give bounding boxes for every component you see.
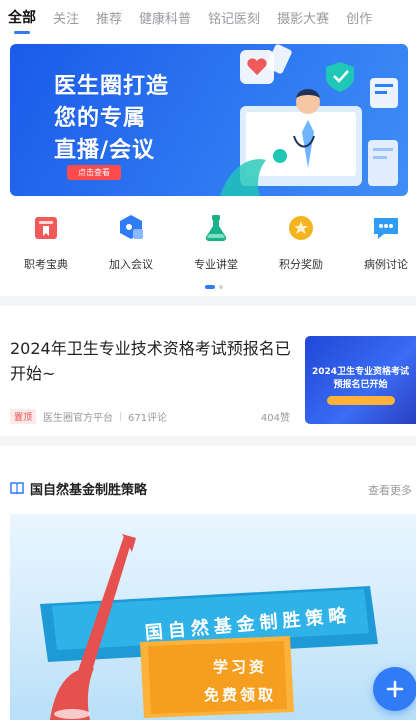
section-header: 国自然基金制胜策略 [10, 480, 148, 498]
page-dot [219, 285, 223, 289]
flask-icon [205, 215, 227, 242]
quick-link-lecture[interactable]: 专业讲堂 [181, 212, 251, 272]
section-promo-image[interactable]: 国自然基金制胜策略 学习资 免费领取 [10, 514, 416, 720]
tab-follow[interactable]: 关注 [53, 8, 79, 27]
article-comments: 671评论 [128, 412, 168, 424]
article-meta: 置顶 医生圈官方平台 671评论 404赞 [10, 408, 290, 424]
pinned-badge: 置顶 [10, 408, 37, 424]
tab-health-science[interactable]: 健康科普 [139, 8, 191, 27]
hexagon-icon [120, 215, 143, 239]
thumbnail-line-1: 2024卫生专业资格考试 [311, 367, 410, 377]
create-post-button[interactable] [373, 667, 416, 711]
quick-link-label: 专业讲堂 [194, 258, 238, 271]
tab-creation[interactable]: 创作 [346, 8, 372, 27]
book-icon [35, 217, 57, 239]
banner-line-1: 医生圈打造 [54, 74, 170, 99]
article-likes: 404赞 [260, 412, 290, 424]
quick-link-points[interactable]: 积分奖励 [266, 212, 336, 272]
quick-links: 职考宝典 加入会议 专业讲堂 积分奖励 病例讨论 [0, 212, 416, 278]
quick-link-label: 加入会议 [109, 258, 153, 271]
quick-link-join-meeting[interactable]: 加入会议 [96, 212, 166, 272]
chat-icon [374, 218, 398, 239]
section-title: 国自然基金制胜策略 [30, 482, 148, 498]
article-card[interactable]: 2024年卫生专业技术资格考试预报名已开始~ 置顶 医生圈官方平台 671评论 … [0, 306, 416, 436]
promo-banner[interactable]: 医生圈打造 您的专属 直播/会议 点击查看 [10, 44, 408, 196]
plus-icon [386, 680, 404, 698]
view-more-link[interactable]: 查看更多 [368, 482, 412, 498]
doctor-illustration [220, 44, 398, 196]
open-book-icon [10, 482, 24, 494]
tab-all[interactable]: 全部 [8, 7, 36, 34]
banner-view-button[interactable]: 点击查看 [67, 165, 121, 180]
quick-link-exam-guide[interactable]: 职考宝典 [11, 212, 81, 272]
article-title: 2024年卫生专业技术资格考试预报名已开始~ [10, 339, 291, 383]
page-dot-active [205, 285, 215, 289]
meta-divider [120, 411, 122, 421]
banner-line-2: 您的专属 [54, 106, 147, 131]
quick-link-label: 职考宝典 [24, 258, 68, 271]
article-source: 医生圈官方平台 [43, 412, 114, 424]
promo-line-1: 学习资 [212, 658, 267, 676]
nsfc-section: 国自然基金制胜策略 查看更多 国自然基金制胜策略 学习资 免费领取 [0, 446, 416, 720]
quick-link-label: 病例讨论 [364, 258, 408, 271]
promo-line-2: 免费领取 [203, 686, 276, 704]
tab-recommend[interactable]: 推荐 [96, 8, 122, 27]
category-tab-bar: 全部 关注 推荐 健康科普 铭记医刻 摄影大赛 创作 [0, 0, 416, 34]
banner-line-3: 直播/会议 [54, 138, 156, 163]
quick-link-case-discussion[interactable]: 病例讨论 [351, 212, 416, 272]
article-thumbnail: 2024卫生专业资格考试 预报名已开始 [305, 336, 416, 424]
coin-icon [289, 216, 313, 240]
tab-photo-contest[interactable]: 摄影大赛 [277, 8, 329, 27]
thumbnail-line-2: 预报名已开始 [333, 380, 388, 390]
thumbnail-chip [327, 396, 395, 405]
quick-link-label: 积分奖励 [279, 258, 323, 271]
tab-memorial[interactable]: 铭记医刻 [208, 8, 260, 27]
